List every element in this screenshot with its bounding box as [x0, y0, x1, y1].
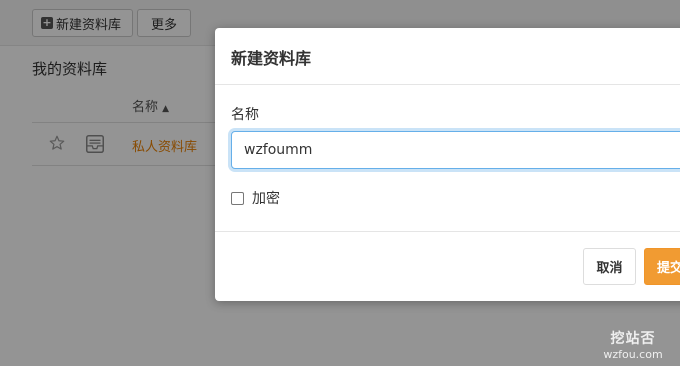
encrypt-option[interactable]: 加密 [231, 188, 280, 208]
watermark: 挖站否 wzfou.com [598, 328, 668, 361]
submit-label: 提交 [657, 261, 680, 276]
cancel-button[interactable]: 取消 [583, 248, 636, 285]
watermark-text-en: wzfou.com [603, 348, 663, 361]
library-name-input[interactable] [231, 131, 680, 169]
dialog-footer: 取消 提交 [215, 231, 680, 301]
submit-button[interactable]: 提交 [644, 248, 680, 285]
encrypt-label: 加密 [252, 191, 280, 207]
dialog-title: 新建资料库 [231, 49, 312, 68]
watermark-text-cn: 挖站否 [610, 331, 656, 347]
name-field-label: 名称 [231, 107, 259, 123]
new-library-dialog: 新建资料库 名称 加密 取消 提交 [215, 28, 680, 301]
encrypt-checkbox[interactable] [231, 191, 244, 205]
dialog-header: 新建资料库 [215, 28, 680, 85]
cancel-label: 取消 [596, 261, 623, 276]
